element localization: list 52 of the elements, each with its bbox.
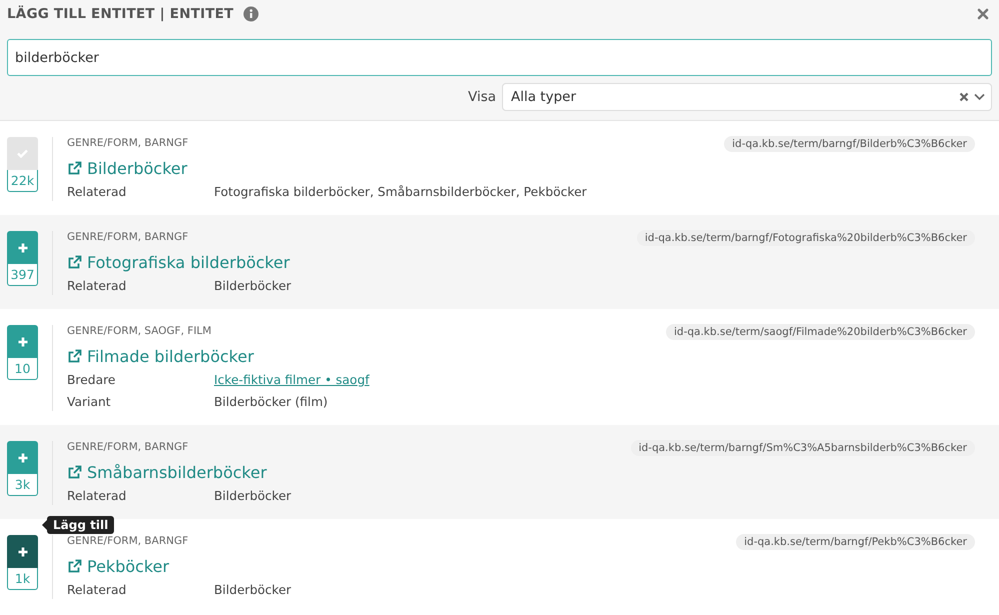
add-button[interactable] xyxy=(7,535,38,568)
property-label: Relaterad xyxy=(67,488,128,505)
entity-category: GENRE/FORM, SAOGF, FILM xyxy=(67,325,212,338)
tooltip: Lägg till xyxy=(42,516,114,534)
clear-icon[interactable] xyxy=(959,92,969,102)
external-link-icon xyxy=(67,254,82,270)
entity-category: GENRE/FORM, BARNGF xyxy=(67,441,188,454)
entity-title-link[interactable]: Fotografiska bilderböcker xyxy=(67,251,975,273)
property-label: Bredare xyxy=(67,372,116,389)
entity-category: GENRE/FORM, BARNGF xyxy=(67,535,188,548)
uri-tag: id-qa.kb.se/term/barngf/Sm%C3%A5barnsbilderb%C3%B6cker xyxy=(630,440,975,456)
external-link-icon xyxy=(67,160,82,176)
property-value: Bilderböcker (film) xyxy=(214,394,328,411)
external-link-icon xyxy=(67,348,82,364)
property-value: Bilderböcker xyxy=(214,582,292,599)
info-icon[interactable] xyxy=(242,6,259,22)
entity-title-link[interactable]: Filmade bilderböcker xyxy=(67,345,975,367)
entity-title-link[interactable]: Bilderböcker xyxy=(67,157,975,179)
filter-label: Visa xyxy=(468,89,496,105)
entity-title-link[interactable]: Småbarnsbilderböcker xyxy=(67,461,975,483)
entity-category: GENRE/FORM, BARNGF xyxy=(67,231,188,244)
search-field[interactable]: bilderböcker xyxy=(7,39,992,76)
entity-category: GENRE/FORM, BARNGF xyxy=(67,137,188,150)
entity-title-link[interactable]: Pekböcker xyxy=(67,555,975,577)
property-label: Relaterad xyxy=(67,278,128,295)
plus-icon xyxy=(18,336,28,346)
usage-count: 22k xyxy=(7,170,38,192)
dialog-title: LÄGG TILL ENTITET | ENTITET xyxy=(7,6,234,22)
uri-tag: id-qa.kb.se/term/barngf/Pekb%C3%B6cker xyxy=(736,534,975,550)
chevron-down-icon[interactable] xyxy=(974,93,985,101)
property-value: Fotografiska bilderböcker, Småbarnsbilderböcker, Pekböcker xyxy=(214,184,587,201)
plus-icon xyxy=(18,546,28,556)
external-link-icon xyxy=(67,464,82,480)
property-label: Variant xyxy=(67,394,112,411)
property-label: Relaterad xyxy=(67,582,128,599)
type-select[interactable]: Alla typer xyxy=(502,83,992,111)
property-value: Bilderböcker xyxy=(214,488,292,505)
usage-count: 397 xyxy=(7,264,38,286)
usage-count: 10 xyxy=(7,358,38,380)
external-link-icon xyxy=(67,558,82,574)
uri-tag: id-qa.kb.se/term/barngf/Bilderb%C3%B6cker xyxy=(724,136,975,152)
uri-tag: id-qa.kb.se/term/saogf/Filmade%20bilderb%C3%B6cker xyxy=(666,324,975,340)
usage-count: 1k xyxy=(7,568,38,590)
check-icon xyxy=(17,149,28,158)
plus-icon xyxy=(18,242,28,252)
plus-icon xyxy=(18,452,28,462)
tooltip-arrow-icon xyxy=(42,520,47,530)
usage-count: 3k xyxy=(7,474,38,496)
uri-tag: id-qa.kb.se/term/barngf/Fotografiska%20bilderb%C3%B6cker xyxy=(636,230,975,246)
property-link[interactable]: Icke-fiktiva filmer • saogf xyxy=(214,371,370,389)
property-value: Bilderböcker xyxy=(214,278,292,295)
property-label: Relaterad xyxy=(67,184,128,201)
